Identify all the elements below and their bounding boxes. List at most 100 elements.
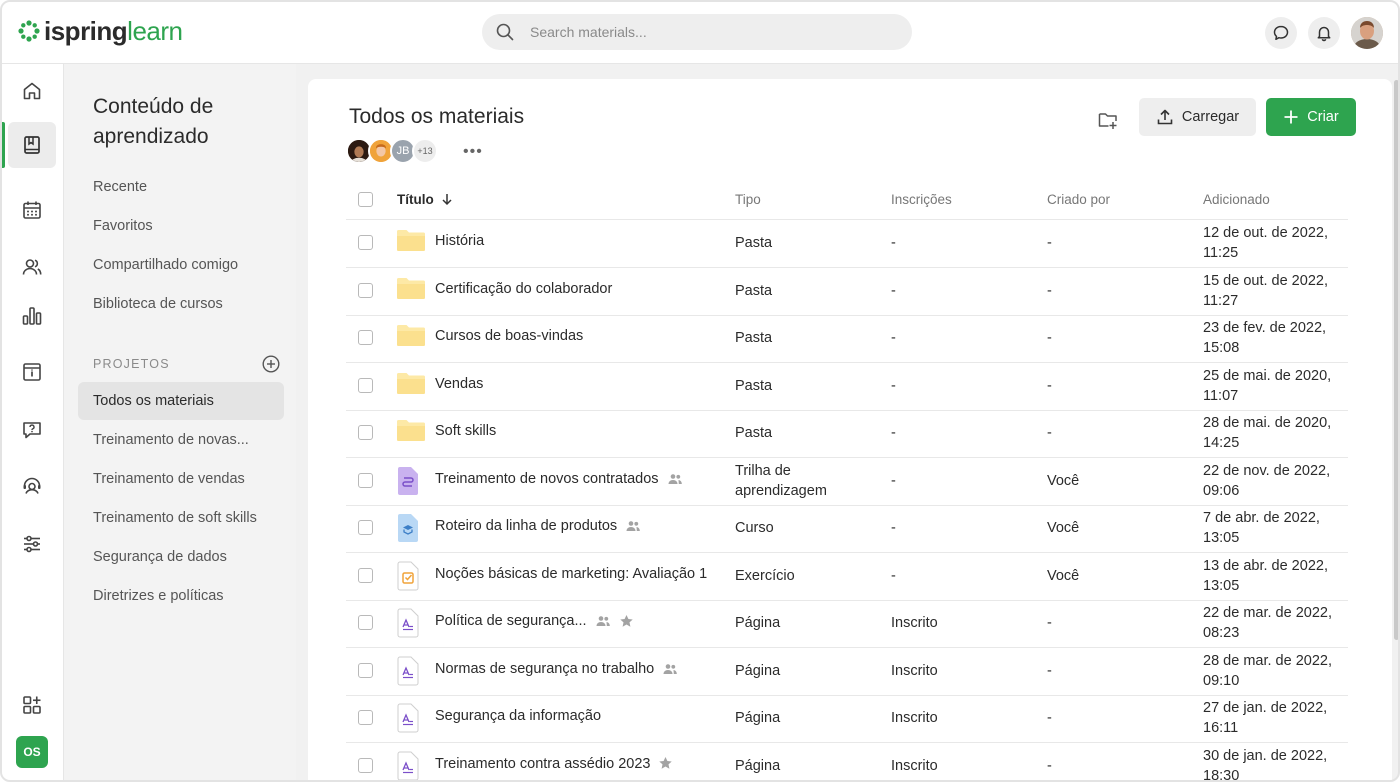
column-header-added[interactable]: Adicionado (1203, 179, 1270, 219)
project-data-security[interactable]: Segurança de dados (78, 538, 284, 576)
row-checkbox[interactable] (358, 235, 373, 250)
nav-rail: OS (2, 64, 64, 780)
info-board-icon (23, 363, 41, 381)
row-added-date: 28 de mar. de 2022, (1203, 652, 1332, 669)
table-row[interactable]: História Pasta - - 12 de out. de 2022, 11:25 (346, 220, 1348, 268)
row-checkbox[interactable] (358, 757, 373, 773)
row-added-time: 09:06 (1203, 482, 1240, 499)
row-checkbox[interactable] (358, 710, 373, 725)
rail-home[interactable] (8, 68, 56, 114)
search-bar[interactable] (482, 14, 912, 50)
page-title: Todos os materiais (349, 105, 525, 128)
row-title[interactable]: História (435, 233, 484, 249)
table-row[interactable]: Treinamento de novos contratados Trilha d… (346, 458, 1348, 506)
project-soft-skills[interactable]: Treinamento de soft skills (78, 499, 284, 537)
content-sidebar: Conteúdo de aprendizado Recente Favorito… (64, 64, 296, 780)
chat-button[interactable] (1265, 17, 1297, 49)
chat-icon (1273, 25, 1289, 41)
row-title-label: Normas de segurança no trabalho (435, 660, 655, 677)
row-checkbox[interactable] (358, 330, 373, 345)
add-apps-icon (23, 696, 41, 714)
row-checkbox[interactable] (358, 615, 373, 630)
table-row[interactable]: Cursos de boas-vindas Pasta - - 23 de fev. d… (346, 315, 1348, 363)
upload-button[interactable]: Carregar (1139, 98, 1256, 136)
row-title-label: Soft skills (435, 423, 497, 439)
row-title[interactable]: Certificação do colaborador (435, 281, 612, 297)
row-created-by: - (1047, 330, 1052, 346)
user-avatar[interactable] (1351, 17, 1383, 49)
sidebar-link-library[interactable]: Biblioteca de cursos (93, 296, 223, 312)
sidebar-link-recent[interactable]: Recente (93, 179, 147, 195)
row-created-by: Você (1047, 472, 1080, 489)
row-title[interactable]: Soft skills (435, 423, 496, 439)
search-input[interactable] (530, 24, 870, 40)
table-row[interactable]: Treinamento contra assédio 2023 Página Ins… (346, 743, 1348, 780)
project-all-materials[interactable]: Todos os materiais (78, 382, 284, 420)
account-badge[interactable]: OS (16, 736, 48, 768)
column-header-title[interactable]: Título (397, 179, 454, 219)
table-row[interactable]: Roteiro da linha de produtos Curso - Você 7 … (346, 505, 1348, 553)
table-row[interactable]: Normas de segurança no trabalho Página Ins… (346, 648, 1348, 696)
sidebar-link-shared[interactable]: Compartilhado comigo (93, 257, 238, 273)
row-type: Curso (735, 520, 774, 536)
column-header-type[interactable]: Tipo (735, 179, 761, 219)
logo[interactable]: ispringlearn (18, 16, 183, 46)
project-guidelines[interactable]: Diretrizes e políticas (78, 577, 284, 615)
row-title[interactable]: Roteiro da linha de produtos (435, 518, 641, 534)
row-title[interactable]: Política de segurança... (435, 613, 634, 629)
column-header-enrollments[interactable]: Inscrições (891, 179, 952, 219)
row-title[interactable]: Noções básicas de marketing: Avaliação 1 (435, 566, 707, 582)
row-title[interactable]: Treinamento de novos contratados (435, 471, 683, 487)
collaborators[interactable]: JB +13 (346, 138, 438, 164)
row-checkbox[interactable] (358, 425, 373, 440)
row-title[interactable]: Vendas (435, 376, 483, 392)
row-added: 13 de abr. de 2022, 13:05 (1203, 556, 1328, 596)
row-checkbox[interactable] (358, 472, 373, 488)
row-title[interactable]: Segurança da informação (435, 708, 601, 724)
table-row[interactable]: Vendas Pasta - - 25 de mai. de 2020, 11:07 (346, 363, 1348, 411)
row-checkbox[interactable] (358, 282, 373, 298)
rail-users[interactable] (8, 244, 56, 290)
row-checkbox[interactable] (358, 567, 373, 583)
table-row[interactable]: Soft skills Pasta - - 28 de mai. de 2020, 14:… (346, 410, 1348, 458)
row-added-date: 12 de out. de 2022, (1203, 225, 1328, 241)
column-header-created-by[interactable]: Criado por (1047, 179, 1110, 219)
more-options-button[interactable]: ••• (463, 143, 483, 161)
table-row[interactable]: Política de segurança... Página Inscrito - 2… (346, 600, 1348, 648)
rail-content[interactable] (8, 122, 56, 168)
select-all-checkbox[interactable] (358, 192, 373, 207)
table-row[interactable]: Segurança da informação Página Inscrito - 27… (346, 695, 1348, 743)
sidebar-link-favorites[interactable]: Favoritos (93, 218, 153, 234)
rail-reports[interactable] (8, 293, 56, 339)
rail-help[interactable] (8, 407, 56, 453)
rail-info[interactable] (8, 349, 56, 395)
row-title[interactable]: Treinamento contra assédio 2023 (435, 756, 673, 772)
row-title[interactable]: Normas de segurança no trabalho (435, 661, 678, 677)
favorite-star[interactable] (658, 756, 673, 771)
logo-text: ispringlearn (44, 16, 183, 46)
row-checkbox[interactable] (358, 662, 373, 678)
rail-apps[interactable] (8, 682, 56, 728)
favorite-star[interactable] (619, 614, 634, 629)
add-project-button[interactable] (262, 355, 280, 378)
scrollbar[interactable] (1394, 80, 1398, 640)
row-checkbox[interactable] (358, 377, 373, 393)
row-added: 23 de fev. de 2022, 15:08 (1203, 318, 1326, 358)
row-enrollment: - (891, 567, 896, 584)
row-created-by: - (1047, 615, 1052, 631)
rail-calendar[interactable] (8, 187, 56, 233)
new-folder-button[interactable] (1093, 105, 1123, 135)
column-header-title-label: Título (397, 191, 434, 207)
rail-settings[interactable] (8, 521, 56, 567)
project-new-hires[interactable]: Treinamento de novas... (78, 421, 284, 459)
create-button[interactable]: Criar (1266, 98, 1356, 136)
project-sales[interactable]: Treinamento de vendas (78, 460, 284, 498)
row-title[interactable]: Cursos de boas-vindas (435, 328, 583, 344)
table-row[interactable]: Certificação do colaborador Pasta - - 15 de … (346, 268, 1348, 316)
notifications-button[interactable] (1308, 17, 1340, 49)
calendar-icon (23, 201, 41, 219)
row-checkbox[interactable] (358, 520, 373, 535)
row-type-icon (396, 228, 426, 257)
table-row[interactable]: Noções básicas de marketing: Avaliação 1… (346, 553, 1348, 601)
rail-support[interactable] (8, 463, 56, 509)
